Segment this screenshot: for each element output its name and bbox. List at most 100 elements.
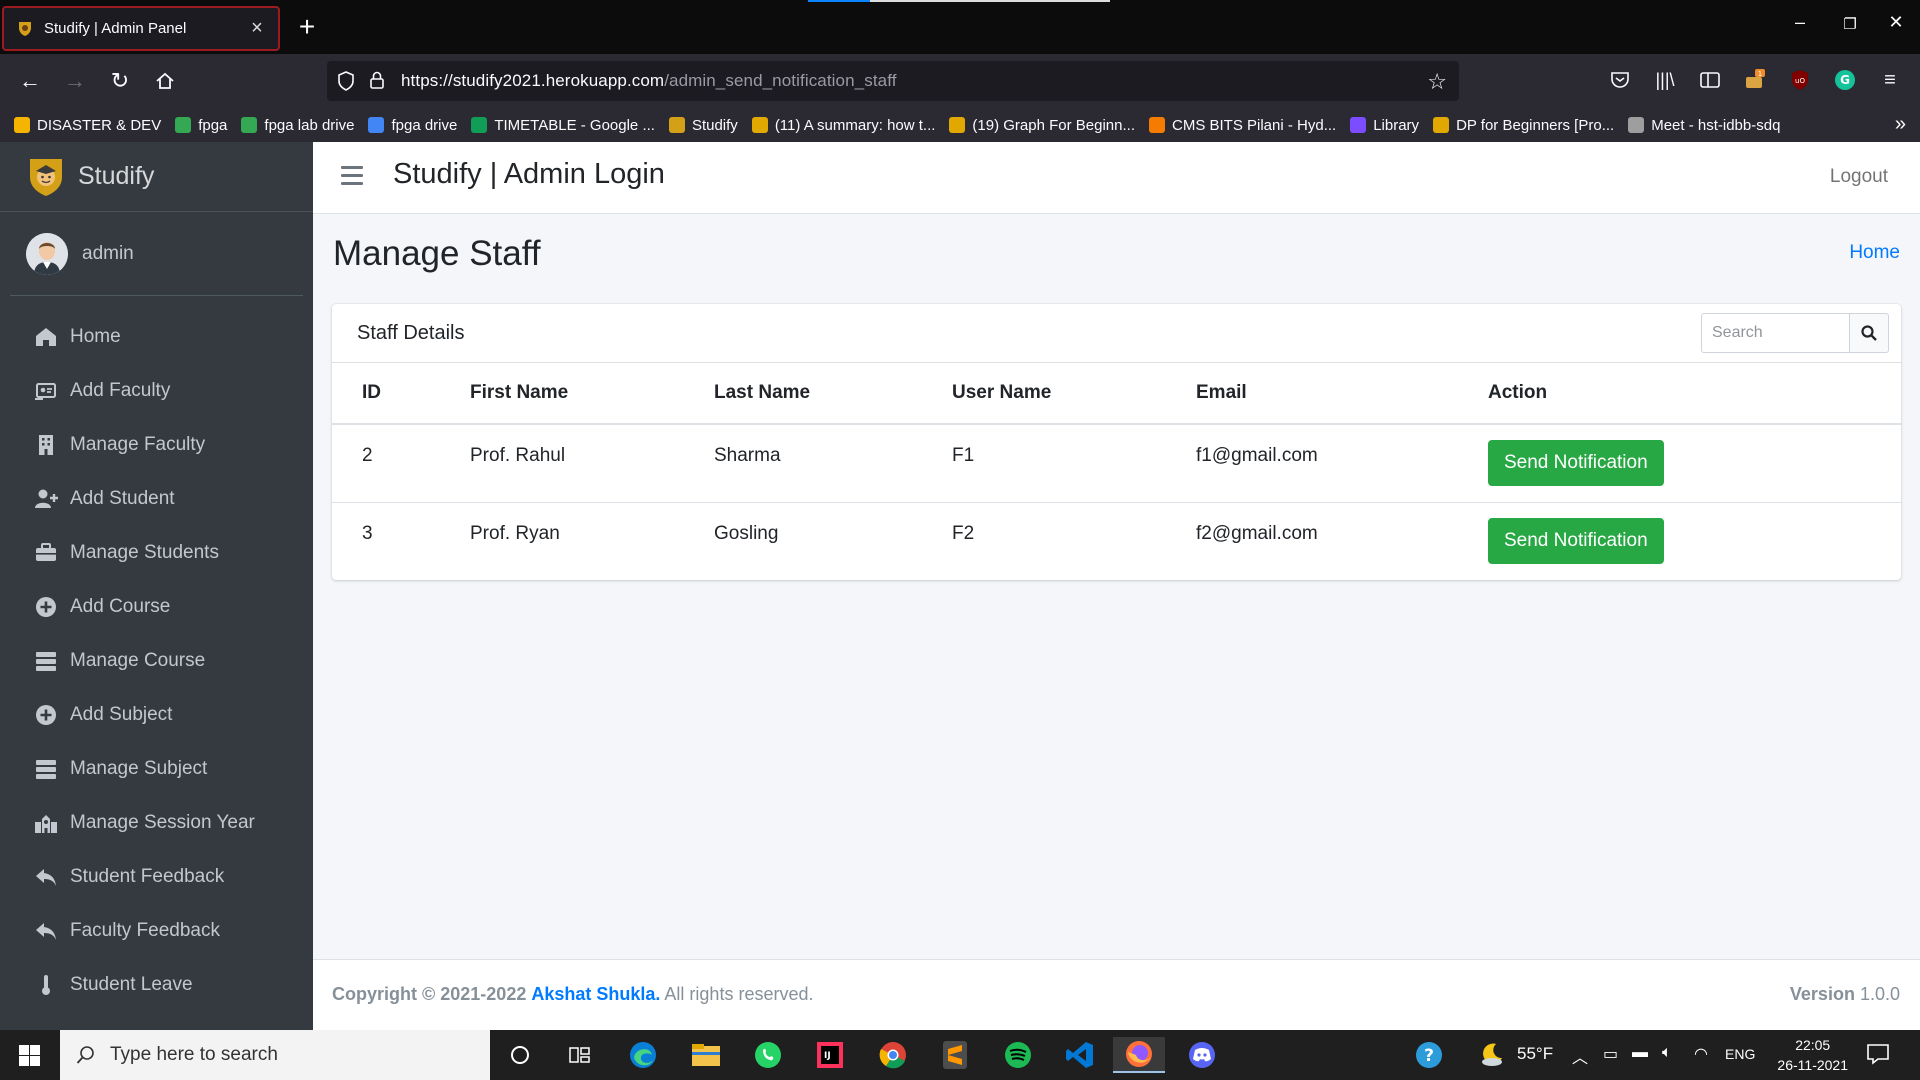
bookmark-item[interactable]: fpga lab drive — [241, 117, 354, 134]
close-tab-icon[interactable]: × — [248, 17, 266, 40]
bookmark-item[interactable]: fpga drive — [368, 117, 457, 134]
sidebar-item-add-student[interactable]: Add Student — [0, 472, 313, 526]
pocket-icon[interactable] — [1606, 66, 1634, 94]
url-text[interactable]: https://studify2021.herokuapp.com/admin_… — [401, 71, 897, 91]
sublime-text-icon[interactable] — [937, 1037, 973, 1073]
forward-icon[interactable]: → — [60, 66, 90, 96]
language-indicator[interactable]: ENG — [1725, 1046, 1755, 1062]
page-title: Manage Staff — [333, 234, 541, 273]
notifications-icon[interactable] — [1866, 1042, 1890, 1071]
sidebar-item-manage-subject[interactable]: Manage Subject — [0, 742, 313, 796]
browser-tab[interactable]: Studify | Admin Panel × — [2, 6, 280, 51]
lock-icon[interactable] — [369, 70, 385, 95]
page-footer: Copyright © 2021-2022 Akshat Shukla. All… — [313, 959, 1920, 1030]
svg-text:G: G — [1840, 73, 1850, 87]
discord-icon[interactable] — [1184, 1037, 1220, 1073]
user-name: admin — [82, 242, 134, 264]
file-explorer-icon[interactable] — [688, 1037, 724, 1073]
sidebar-item-add-faculty[interactable]: Add Faculty — [0, 364, 313, 418]
bookmark-item[interactable]: CMS BITS Pilani - Hyd... — [1149, 117, 1336, 134]
sidebar-item-add-course[interactable]: Add Course — [0, 580, 313, 634]
bookmark-star-icon[interactable]: ☆ — [1427, 69, 1447, 95]
more-bookmarks-icon[interactable]: » — [1895, 113, 1906, 136]
weather-icon[interactable] — [1478, 1040, 1506, 1073]
library-icon[interactable]: |||\ — [1651, 66, 1679, 94]
bookmark-item[interactable]: Studify — [668, 117, 738, 134]
close-window-icon[interactable]: ✕ — [1876, 12, 1916, 33]
bookmarks-bar: DISASTER & DEV fpga fpga lab drive fpga dri… — [0, 108, 1920, 142]
sidebar-menu: Home Add Faculty Manage Faculty Add Student… — [0, 296, 313, 1012]
bookmark-item[interactable]: DISASTER & DEV — [14, 117, 161, 134]
svg-text:uO: uO — [1795, 77, 1805, 85]
clock[interactable]: 22:05 26-11-2021 — [1777, 1035, 1848, 1075]
breadcrumb-home-link[interactable]: Home — [1849, 242, 1900, 264]
sidebar-item-manage-session-year[interactable]: Manage Session Year — [0, 796, 313, 850]
tracking-shield-icon[interactable] — [337, 70, 355, 97]
bookmark-label: fpga lab drive — [264, 116, 355, 134]
sidebar-item-faculty-feedback[interactable]: Faculty Feedback — [0, 904, 313, 958]
bookmark-item[interactable]: fpga — [175, 117, 227, 134]
bookmark-item[interactable]: (11) A summary: how t... — [751, 117, 935, 134]
sidebar-item-label: Add Student — [70, 488, 175, 509]
sidebar-item-home[interactable]: Home — [0, 310, 313, 364]
bookmark-item[interactable]: Meet - hst-idbb-sdq — [1628, 117, 1780, 134]
server-icon — [33, 757, 59, 781]
sidebar-toggle-icon[interactable] — [1696, 66, 1724, 94]
restore-icon[interactable]: ❐ — [1830, 15, 1870, 33]
minimize-icon[interactable]: – — [1780, 12, 1820, 33]
sidebar-item-manage-faculty[interactable]: Manage Faculty — [0, 418, 313, 472]
sidebar-item-manage-students[interactable]: Manage Students — [0, 526, 313, 580]
bookmark-favicon-icon — [949, 117, 966, 133]
cortana-icon[interactable] — [502, 1037, 538, 1073]
windows-start-icon[interactable] — [19, 1045, 40, 1066]
task-view-icon[interactable] — [562, 1037, 598, 1073]
firefox-icon[interactable] — [1113, 1037, 1165, 1073]
ublock-icon[interactable]: uO — [1786, 66, 1814, 94]
briefcase-icon — [33, 541, 59, 565]
back-icon[interactable]: ← — [15, 66, 45, 96]
bookmark-label: (19) Graph For Beginn... — [972, 116, 1135, 134]
author-link[interactable]: Akshat Shukla. — [531, 984, 660, 1004]
intellij-icon[interactable]: IJ — [812, 1037, 848, 1073]
wifi-icon[interactable]: ◠ — [1694, 1044, 1708, 1064]
vscode-icon[interactable] — [1062, 1037, 1098, 1073]
sidebar-item-add-subject[interactable]: Add Subject — [0, 688, 313, 742]
bookmark-item[interactable]: (19) Graph For Beginn... — [949, 117, 1135, 134]
help-icon[interactable]: ? — [1414, 1040, 1444, 1075]
sidebar-item-student-feedback[interactable]: Student Feedback — [0, 850, 313, 904]
column-header-email: Email — [1166, 363, 1458, 425]
whatsapp-icon[interactable] — [750, 1037, 786, 1073]
bookmark-item[interactable]: DP for Beginners [Pro... — [1433, 117, 1614, 134]
bookmark-favicon-icon — [14, 117, 30, 133]
bookmark-item[interactable]: TIMETABLE - Google ... — [471, 117, 655, 134]
brand-link[interactable]: Studify — [0, 142, 313, 212]
taskbar-search[interactable]: Type here to search — [60, 1030, 490, 1080]
chrome-icon[interactable] — [875, 1037, 911, 1073]
spotify-icon[interactable] — [1000, 1037, 1036, 1073]
search-button[interactable] — [1849, 313, 1889, 353]
extension-badge-icon[interactable]: 1 — [1741, 66, 1769, 94]
search-input[interactable] — [1701, 313, 1849, 353]
send-notification-button[interactable]: Send Notification — [1488, 440, 1664, 486]
url-bar[interactable]: https://studify2021.herokuapp.com/admin_… — [327, 61, 1459, 101]
menu-icon[interactable]: ≡ — [1876, 66, 1904, 94]
new-tab-button[interactable]: + — [292, 12, 322, 42]
grammarly-icon[interactable]: G — [1831, 66, 1859, 94]
volume-icon[interactable]: 🔈︎ — [1662, 1044, 1672, 1062]
logout-link[interactable]: Logout — [1830, 166, 1888, 188]
weather-temp[interactable]: 55°F — [1517, 1044, 1553, 1064]
edge-icon[interactable] — [625, 1037, 661, 1073]
sidebar-item-student-leave[interactable]: Student Leave — [0, 958, 313, 1012]
sidebar-item-manage-course[interactable]: Manage Course — [0, 634, 313, 688]
meet-now-icon[interactable]: ▭ — [1603, 1044, 1618, 1064]
battery-icon[interactable]: ▬ — [1632, 1044, 1648, 1062]
send-notification-button[interactable]: Send Notification — [1488, 517, 1664, 564]
home-icon[interactable] — [150, 66, 180, 96]
tray-expand-icon[interactable]: ︿ — [1572, 1044, 1588, 1068]
bookmark-item[interactable]: Library — [1350, 117, 1419, 134]
table-row: 2 Prof. Rahul Sharma F1 f1@gmail.com Sen… — [332, 424, 1901, 503]
reload-icon[interactable]: ↻ — [105, 66, 135, 96]
hamburger-icon[interactable] — [341, 166, 363, 188]
user-panel[interactable]: admin — [10, 212, 303, 296]
staff-table: ID First Name Last Name User Name Email … — [332, 363, 1901, 580]
